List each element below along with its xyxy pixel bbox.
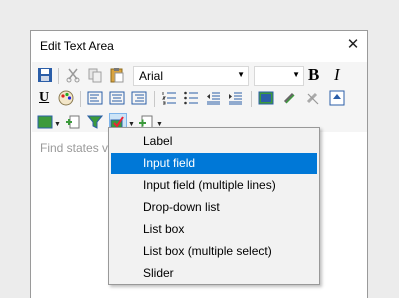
bullet-list-icon[interactable] xyxy=(183,90,201,108)
copy-icon[interactable] xyxy=(87,67,105,85)
chevron-down-icon: ▼ xyxy=(292,70,300,79)
dialog-title: Edit Text Area xyxy=(40,39,114,53)
toolbar-separator xyxy=(80,91,81,107)
chevron-down-icon[interactable]: ▼ xyxy=(54,121,61,128)
color-palette-icon[interactable] xyxy=(58,90,76,108)
menu-item-input-field[interactable]: Input field xyxy=(111,153,317,174)
menu-item-list-box[interactable]: List box xyxy=(111,219,317,240)
numbered-list-icon[interactable] xyxy=(161,90,179,108)
menu-item-input-field-multiline[interactable]: Input field (multiple lines) xyxy=(111,175,317,196)
image-icon[interactable] xyxy=(258,90,276,108)
close-icon[interactable]: ✕ xyxy=(345,36,361,54)
menu-item-list-box-multiselect[interactable]: List box (multiple select) xyxy=(111,241,317,262)
font-name-select[interactable]: Arial ▼ xyxy=(133,66,249,86)
menu-item-drop-down-list[interactable]: Drop-down list xyxy=(111,197,317,218)
menu-item-slider[interactable]: Slider xyxy=(111,263,317,284)
toolbar-separator xyxy=(251,91,252,107)
align-right-icon[interactable] xyxy=(131,90,149,108)
bold-button[interactable]: B xyxy=(308,65,319,85)
indent-icon[interactable] xyxy=(227,90,245,108)
editor-placeholder[interactable]: Find states v xyxy=(40,141,108,155)
font-size-select[interactable]: ▼ xyxy=(254,66,304,86)
formatting-toolbar: Arial ▼ ▼ B I U ▼ ▼ ▼ xyxy=(32,62,367,132)
remove-link-icon[interactable] xyxy=(305,90,323,108)
insert-box-icon[interactable] xyxy=(37,114,55,132)
form-control-dropdown-menu: Label Input field Input field (multiple … xyxy=(108,127,320,285)
add-field-icon[interactable] xyxy=(65,114,83,132)
insert-link-icon[interactable] xyxy=(282,90,300,108)
dialog-titlebar: Edit Text Area ✕ xyxy=(31,31,367,61)
align-center-icon[interactable] xyxy=(109,90,127,108)
toolbar-separator xyxy=(58,68,59,84)
save-icon[interactable] xyxy=(37,67,55,85)
align-left-icon[interactable] xyxy=(87,90,105,108)
italic-button[interactable]: I xyxy=(334,65,340,85)
toolbar-separator xyxy=(154,91,155,107)
filter-icon[interactable] xyxy=(86,114,105,132)
underline-button[interactable]: U xyxy=(39,90,49,106)
menu-item-label[interactable]: Label xyxy=(111,131,317,152)
font-name-value: Arial xyxy=(139,69,164,83)
paste-icon[interactable] xyxy=(109,67,127,85)
fill-color-icon[interactable] xyxy=(329,90,347,108)
cut-icon[interactable] xyxy=(65,67,83,85)
outdent-icon[interactable] xyxy=(205,90,223,108)
chevron-down-icon: ▼ xyxy=(237,70,245,79)
